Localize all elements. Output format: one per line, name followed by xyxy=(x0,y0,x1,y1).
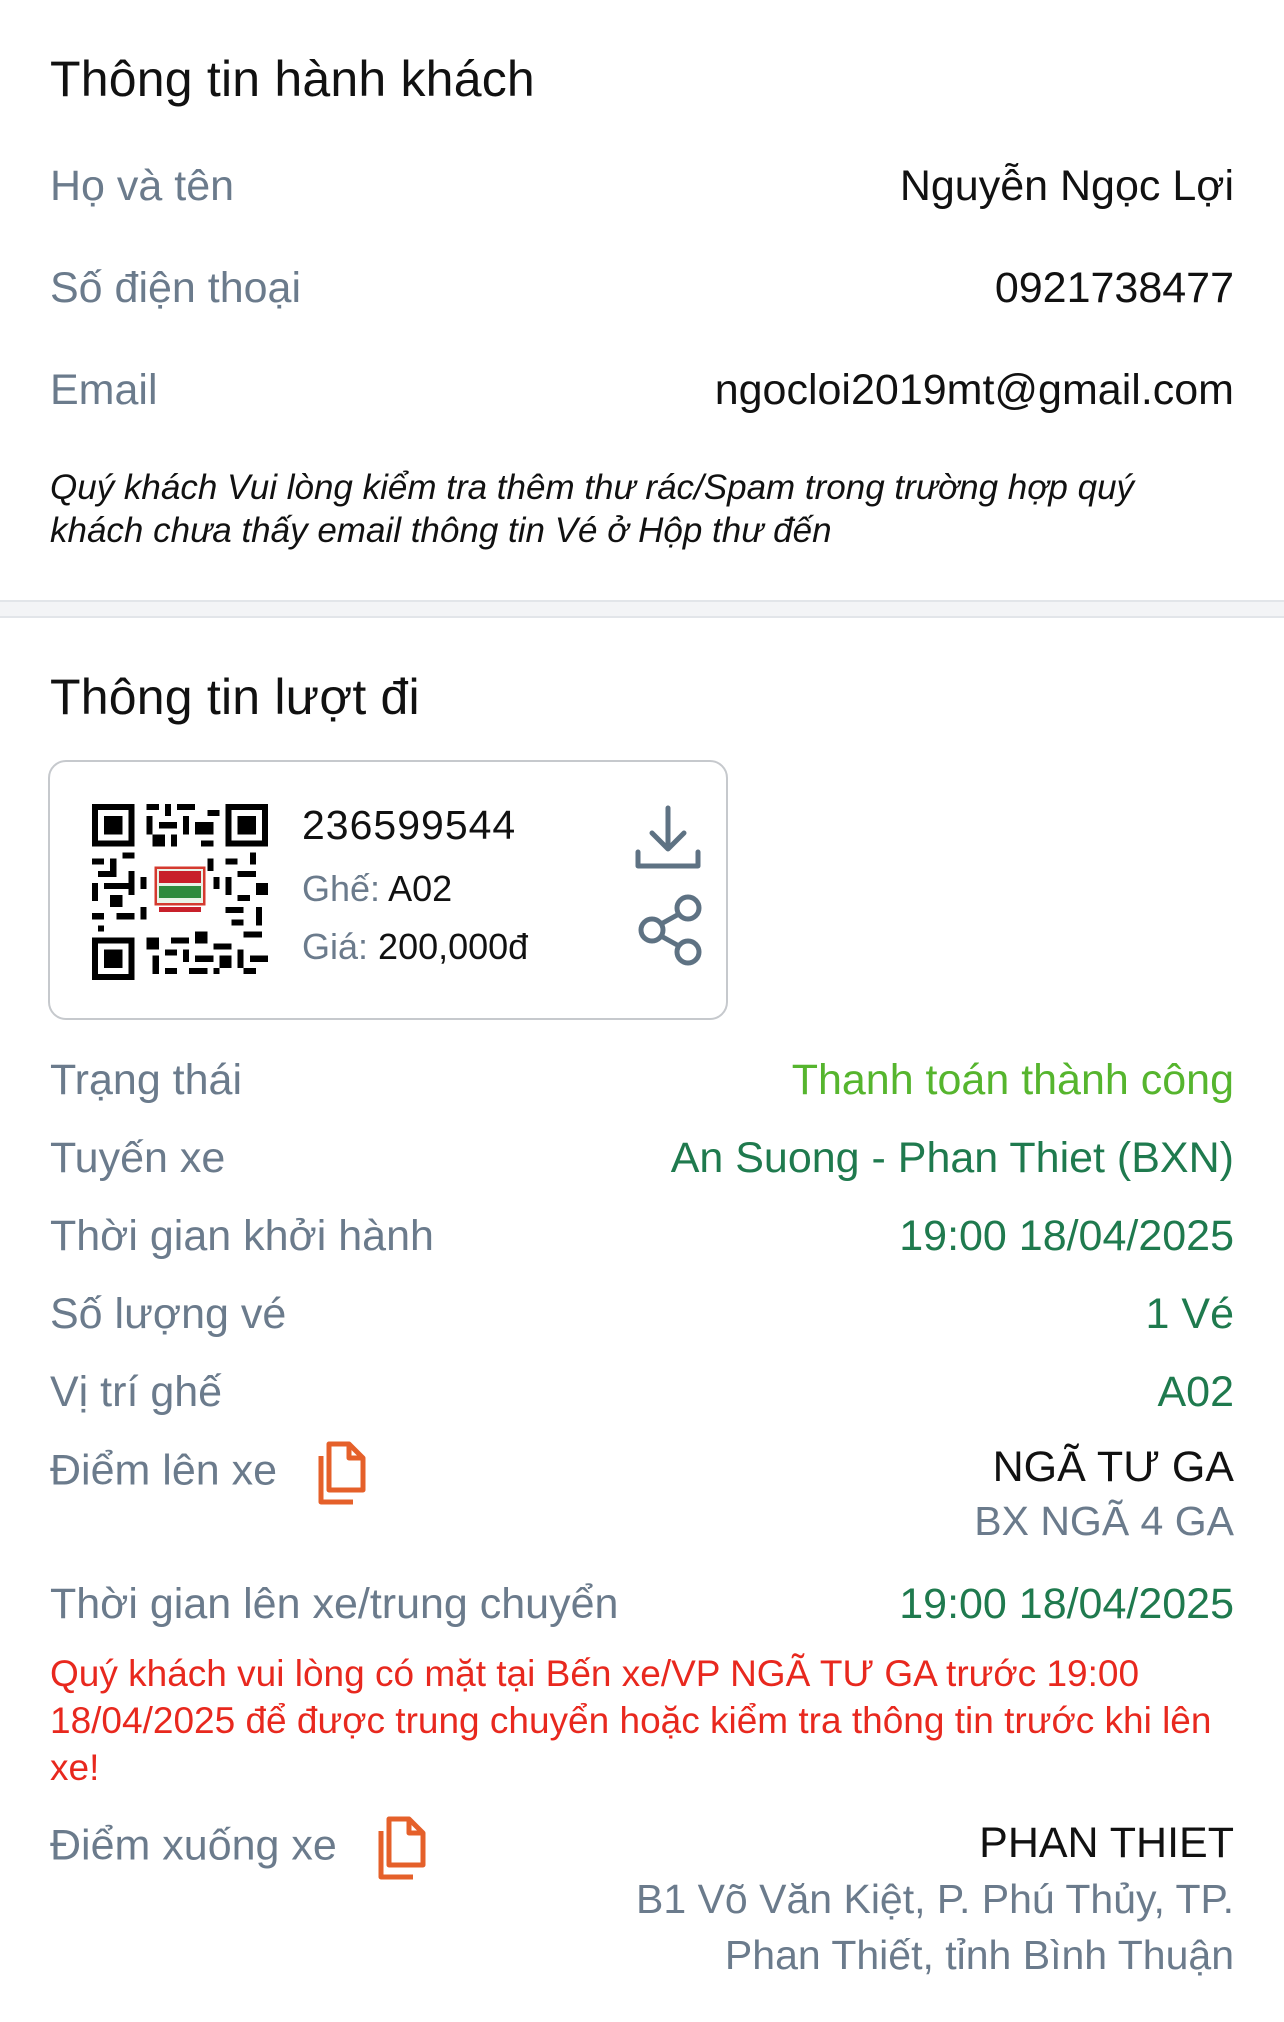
board-time-label: Thời gian lên xe/trung chuyển xyxy=(50,1580,619,1628)
ticket-seat: Ghế: A02 xyxy=(302,868,452,910)
booking-detail-screen: Thông tin hành khách Họ và tên Nguyễn Ng… xyxy=(0,0,1284,2022)
status-row: Trạng thái Thanh toán thành công xyxy=(50,1056,1234,1105)
trip-section-title: Thông tin lượt đi xyxy=(50,669,420,725)
pickup-value: NGÃ TƯ GA xyxy=(992,1443,1234,1491)
arrival-warning: Quý khách vui lòng có mặt tại Bến xe/VP … xyxy=(50,1653,1212,1788)
board-time-row: Thời gian lên xe/trung chuyển 19:00 18/0… xyxy=(50,1580,1234,1629)
departure-value: 19:00 18/04/2025 xyxy=(899,1212,1234,1260)
dropoff-value: PHAN THIET xyxy=(979,1819,1234,1867)
qr-code-icon[interactable] xyxy=(92,804,268,980)
pickup-label-wrap: Điểm lên xe xyxy=(50,1440,367,1506)
pickup-sub: BX NGÃ 4 GA xyxy=(974,1498,1234,1544)
status-value: Thanh toán thành công xyxy=(791,1056,1234,1104)
departure-label: Thời gian khởi hành xyxy=(50,1212,434,1260)
ticket-seat-value: A02 xyxy=(388,868,453,909)
seat-value: A02 xyxy=(1157,1368,1234,1416)
board-time-value: 19:00 18/04/2025 xyxy=(899,1580,1234,1628)
route-label: Tuyến xe xyxy=(50,1134,226,1182)
copy-icon[interactable] xyxy=(313,1440,367,1506)
dropoff-sub-line-2: Phan Thiết, tỉnh Bình Thuận xyxy=(724,1932,1234,1978)
pickup-value-wrap: NGÃ TƯ GA BX NGÃ 4 GA xyxy=(974,1440,1234,1548)
dropoff-label-wrap: Điểm xuống xe xyxy=(50,1815,427,1881)
ticket-card[interactable]: 236599544 Ghế: A02 Giá: 200,000đ xyxy=(48,760,728,1020)
pickup-label: Điểm lên xe xyxy=(50,1446,278,1495)
share-icon[interactable] xyxy=(636,892,706,966)
email-value: ngocloi2019mt@gmail.com xyxy=(714,366,1234,414)
status-label: Trạng thái xyxy=(50,1056,243,1104)
ticket-price-value: 200,000đ xyxy=(378,926,529,967)
seat-row: Vị trí ghế A02 xyxy=(50,1368,1234,1417)
dropoff-sub-line-1: B1 Võ Văn Kiệt, P. Phú Thủy, TP. xyxy=(636,1876,1234,1922)
quantity-row: Số lượng vé 1 Vé xyxy=(50,1290,1234,1339)
passenger-phone-row: Số điện thoại 0921738477 xyxy=(50,264,1234,313)
section-divider xyxy=(0,600,1284,618)
dropoff-row: Điểm xuống xe PHAN THIET B1 Võ Văn Kiệt,… xyxy=(50,1815,1234,1983)
ticket-seat-label: Ghế: xyxy=(302,868,381,909)
passenger-name-row: Họ và tên Nguyễn Ngọc Lợi xyxy=(50,162,1234,211)
ticket-price: Giá: 200,000đ xyxy=(302,926,528,968)
name-label: Họ và tên xyxy=(50,162,235,210)
phone-value: 0921738477 xyxy=(994,264,1234,312)
email-label: Email xyxy=(50,366,158,414)
dropoff-label: Điểm xuống xe xyxy=(50,1821,337,1870)
seat-label: Vị trí ghế xyxy=(50,1368,223,1416)
name-value: Nguyễn Ngọc Lợi xyxy=(899,162,1234,210)
passenger-email-row: Email ngocloi2019mt@gmail.com xyxy=(50,366,1234,415)
dropoff-value-wrap: PHAN THIET B1 Võ Văn Kiệt, P. Phú Thủy, … xyxy=(636,1815,1234,1983)
pickup-row: Điểm lên xe NGÃ TƯ GA BX NGÃ 4 GA xyxy=(50,1440,1234,1548)
passenger-section-title: Thông tin hành khách xyxy=(50,51,535,107)
quantity-label: Số lượng vé xyxy=(50,1290,287,1338)
route-value: An Suong - Phan Thiet (BXN) xyxy=(670,1134,1234,1182)
spam-note: Quý khách Vui lòng kiểm tra thêm thư rác… xyxy=(50,468,1135,550)
copy-icon[interactable] xyxy=(373,1815,427,1881)
phone-label: Số điện thoại xyxy=(50,264,302,312)
download-icon[interactable] xyxy=(632,802,704,874)
route-row: Tuyến xe An Suong - Phan Thiet (BXN) xyxy=(50,1134,1234,1183)
ticket-price-label: Giá: xyxy=(302,926,369,967)
ticket-code: 236599544 xyxy=(302,802,517,848)
quantity-value: 1 Vé xyxy=(1145,1290,1234,1338)
departure-row: Thời gian khởi hành 19:00 18/04/2025 xyxy=(50,1212,1234,1261)
